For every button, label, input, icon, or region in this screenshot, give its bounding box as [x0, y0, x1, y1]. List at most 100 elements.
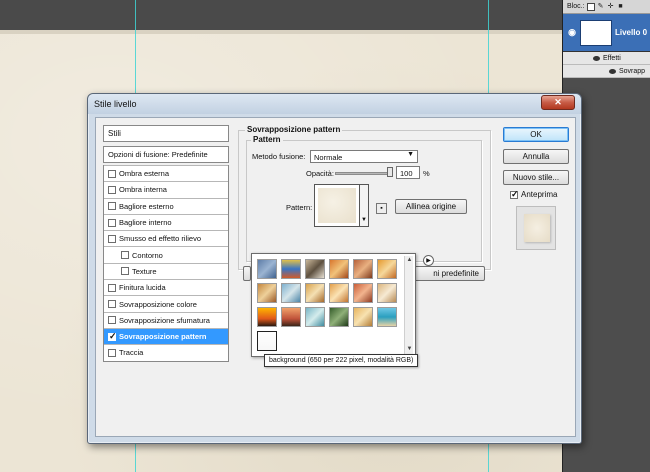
pattern-picker-dropdown[interactable]: ▼ — [360, 184, 369, 227]
effect-eye-icon[interactable] — [593, 55, 600, 61]
lock-transparency-icon[interactable] — [586, 2, 595, 11]
style-item[interactable]: Sovrapposizione colore — [104, 295, 228, 311]
section-title: Sovrapposizione pattern — [245, 125, 343, 134]
cancel-button[interactable]: Annulla — [503, 149, 569, 164]
pattern-swatch[interactable] — [329, 283, 349, 303]
pattern-swatch[interactable] — [329, 259, 349, 279]
opacity-label: Opacità: — [306, 169, 334, 178]
pattern-swatch[interactable] — [353, 283, 373, 303]
pattern-swatch[interactable] — [353, 307, 373, 327]
scroll-down-icon[interactable]: ▼ — [405, 345, 414, 354]
style-item-label: Bagliore esterno — [119, 201, 174, 211]
dialog-client: Stili Opzioni di fusione: Predefinite Om… — [95, 117, 576, 437]
blend-mode-label: Metodo fusione: — [252, 152, 306, 161]
style-item-label: Texture — [132, 266, 157, 276]
style-item[interactable]: Finitura lucida — [104, 279, 228, 295]
popup-scrollbar[interactable]: ▲ ▼ — [404, 256, 413, 354]
effect-eye-icon[interactable] — [609, 68, 616, 74]
style-item[interactable]: Sovrapposizione sfumatura — [104, 311, 228, 328]
reset-default-button[interactable]: ni predefinite — [414, 266, 485, 281]
new-preset-icon[interactable]: ▪ — [376, 203, 387, 214]
style-item[interactable]: Texture — [104, 262, 228, 279]
effects-row[interactable]: Effetti — [563, 52, 650, 65]
style-checkbox[interactable] — [108, 331, 117, 342]
pattern-swatch[interactable] — [377, 283, 397, 303]
popup-menu-icon[interactable]: ▶ — [423, 255, 434, 266]
style-item[interactable]: Smusso ed effetto rilievo — [104, 230, 228, 246]
effects-label: Effetti — [603, 54, 621, 62]
style-checkbox[interactable] — [108, 185, 116, 194]
pattern-swatch[interactable] — [377, 259, 397, 279]
new-style-button[interactable]: Nuovo stile... — [503, 170, 569, 185]
ok-button[interactable]: OK — [503, 127, 569, 142]
pattern-swatch[interactable] — [377, 307, 397, 327]
style-item[interactable]: Bagliore interno — [104, 213, 228, 230]
style-items: Ombra esterna Ombra interna Bagliore ester… — [103, 165, 229, 362]
opacity-field[interactable]: 100 — [396, 166, 420, 179]
blend-mode-value: Normale — [314, 153, 343, 162]
preview-label: Anteprima — [521, 190, 558, 199]
pattern-swatch[interactable] — [305, 283, 325, 303]
style-checkbox[interactable] — [108, 218, 116, 227]
scroll-up-icon[interactable]: ▲ — [405, 256, 414, 265]
style-item-label: Ombra interna — [119, 185, 167, 195]
style-item-label: Contorno — [132, 250, 163, 260]
pattern-swatch[interactable] — [305, 259, 325, 279]
pattern-swatch[interactable] — [257, 259, 277, 279]
style-item[interactable]: Traccia — [104, 344, 228, 360]
layer-row[interactable]: ◉ Livello 0 — [563, 14, 650, 52]
pattern-swatch[interactable] — [281, 259, 301, 279]
pattern-swatch[interactable] — [257, 283, 277, 303]
pattern-tooltip: background (650 per 222 pixel, modalità … — [264, 354, 419, 367]
partial-button[interactable] — [243, 266, 251, 281]
style-checkbox[interactable] — [108, 283, 116, 292]
style-item-label: Bagliore interno — [119, 218, 172, 228]
lock-label: Bloc.: — [567, 3, 585, 10]
style-checkbox[interactable] — [108, 348, 116, 357]
style-checkbox[interactable] — [108, 300, 116, 309]
style-item[interactable]: Sovrapposizione pattern — [104, 327, 228, 345]
pattern-swatch[interactable] — [353, 259, 373, 279]
pattern-swatch[interactable] — [305, 307, 325, 327]
preview-checkbox-row[interactable]: Anteprima — [510, 189, 558, 200]
style-checkbox[interactable] — [108, 202, 116, 211]
style-item[interactable]: Bagliore esterno — [104, 197, 228, 214]
pattern-swatch[interactable] — [329, 307, 349, 327]
style-item[interactable]: Contorno — [104, 246, 228, 262]
style-item-label: Sovrapposizione sfumatura — [119, 315, 210, 325]
opacity-slider[interactable] — [335, 172, 390, 175]
lock-all-icon[interactable]: ■ — [617, 3, 625, 11]
opacity-slider-thumb[interactable] — [387, 167, 393, 177]
pattern-swatch[interactable] — [257, 307, 277, 327]
pattern-swatch[interactable] — [257, 331, 277, 351]
preview-checkbox[interactable] — [510, 189, 519, 200]
blend-options-item[interactable]: Opzioni di fusione: Predefinite — [103, 146, 229, 163]
lock-position-icon[interactable]: ✛ — [607, 3, 615, 11]
pattern-preview[interactable] — [314, 184, 360, 227]
style-checkbox[interactable] — [121, 251, 129, 260]
lock-row: Bloc.: ✎ ✛ ■ — [563, 0, 650, 14]
style-item[interactable]: Ombra interna — [104, 181, 228, 197]
effect-item-label: Sovrapp — [619, 67, 646, 75]
chevron-down-icon: ▼ — [407, 151, 414, 158]
style-checkbox[interactable] — [108, 169, 116, 178]
dialog-title: Stile livello — [94, 99, 137, 109]
lock-brush-icon[interactable]: ✎ — [597, 3, 605, 11]
styles-header[interactable]: Stili — [103, 125, 229, 142]
styles-list: Stili Opzioni di fusione: Predefinite Om… — [103, 125, 229, 425]
style-checkbox[interactable] — [108, 316, 116, 325]
style-checkbox[interactable] — [108, 234, 116, 243]
visibility-eye-icon[interactable]: ◉ — [567, 27, 577, 38]
style-item-label: Sovrapposizione colore — [119, 299, 197, 309]
title-bar[interactable]: Stile livello ✕ — [88, 94, 581, 114]
layer-name[interactable]: Livello 0 — [615, 28, 647, 37]
style-checkbox[interactable] — [121, 267, 129, 276]
close-button[interactable]: ✕ — [541, 95, 575, 110]
effect-item-row[interactable]: Sovrapp — [563, 65, 650, 78]
style-item[interactable]: Ombra esterna — [104, 165, 228, 181]
blend-mode-select[interactable]: Normale ▼ — [310, 150, 418, 163]
snap-origin-button[interactable]: Allinea origine — [395, 199, 467, 214]
pattern-group-title: Pattern — [251, 135, 283, 144]
pattern-swatch[interactable] — [281, 307, 301, 327]
pattern-swatch[interactable] — [281, 283, 301, 303]
